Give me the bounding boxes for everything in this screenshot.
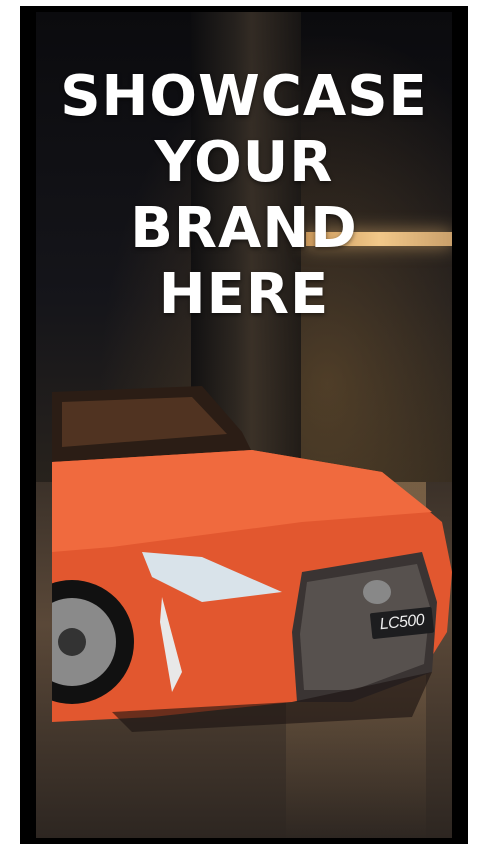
car-illustration	[52, 386, 452, 732]
headline-line-1: SHOWCASE	[60, 64, 428, 129]
headline-line-4: HERE	[158, 262, 330, 327]
car-photo: LC500 SHOWCASE YOUR BRAND HERE	[36, 12, 452, 838]
headline-line-3: BRAND	[130, 196, 358, 261]
ad-banner: LC500 SHOWCASE YOUR BRAND HERE	[20, 6, 468, 844]
headline: SHOWCASE YOUR BRAND HERE	[36, 64, 452, 328]
headline-line-2: YOUR	[154, 130, 334, 195]
